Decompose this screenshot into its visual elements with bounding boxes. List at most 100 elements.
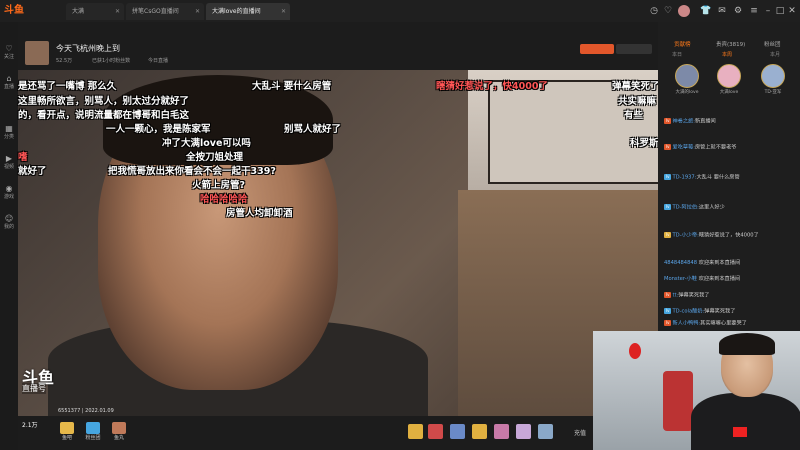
webcam-overlay[interactable] — [593, 331, 800, 450]
chat-message: 4848484848 欢迎来到本直播间 — [664, 260, 741, 266]
sidebar-item-video[interactable]: ▶ 视频 — [0, 154, 18, 170]
danmu-item: 就好了 — [18, 166, 47, 177]
danmu-item: 弹幕笑死了 — [612, 81, 660, 92]
level-badge: lv — [664, 308, 672, 314]
game-icon: ◉ — [5, 184, 13, 193]
fish-bar-button[interactable]: 鱼吧 — [56, 422, 78, 441]
fan-club-button[interactable]: 粉丝团 — [82, 422, 104, 441]
level-badge: lv — [664, 174, 672, 180]
category-icon: ▦ — [5, 124, 13, 133]
tab-2[interactable]: 拼笔CsGO直播间 ✕ — [126, 3, 204, 20]
close-icon[interactable]: ✕ — [195, 3, 200, 20]
danmu-item: 哈哈哈哈哈 — [200, 194, 248, 205]
minimize-icon[interactable]: – — [762, 5, 774, 17]
rank-item[interactable]: TD-亚军 — [758, 64, 788, 95]
level-badge: lv — [664, 118, 672, 124]
shirt-logo — [733, 427, 747, 437]
heart-icon: ♡ — [5, 44, 13, 53]
danmu-item: 是还骂了一嘴博 那么久 — [18, 81, 117, 92]
tab-3[interactable]: 大满love的直播间 ✕ — [206, 3, 290, 20]
maximize-icon[interactable]: □ — [774, 5, 786, 17]
danmu-item: 有些 — [624, 110, 644, 121]
anchor-avatar[interactable] — [25, 41, 49, 65]
danmu-item: 冲了大满love可以吗 — [162, 138, 251, 149]
chat-message: lv TD-1937:大乱斗 要什么房管 — [664, 174, 740, 181]
settings-icon[interactable]: ⚙ — [732, 5, 744, 17]
subtab-month[interactable]: 本月 — [770, 51, 780, 58]
fan-count: 2.1万 — [22, 422, 38, 429]
sidebar-item-follow[interactable]: ♡ 关注 — [0, 44, 18, 60]
danmu-item: 火箭上房管? — [192, 180, 246, 191]
gift-item[interactable] — [428, 424, 443, 439]
danmu-item: 把我慌哥放出来你看会不会一起干339? — [108, 166, 276, 177]
close-window-icon[interactable]: ✕ — [786, 5, 798, 17]
douyu-logo[interactable]: 斗鱼 — [4, 3, 32, 19]
gift-item[interactable] — [516, 424, 531, 439]
share-button[interactable] — [616, 44, 652, 54]
chat-message: lv TD-cola酸奶:弹幕笑死我了 — [664, 308, 736, 315]
close-icon[interactable]: ✕ — [115, 3, 120, 20]
room-header: 今天飞杭州晚上到 52.5万 已获1小时粉丝数 今日直播 — [18, 22, 658, 71]
message-icon[interactable]: ✉ — [716, 5, 728, 17]
rank-item[interactable]: 大满的love — [672, 64, 702, 95]
danmu-item: 大乱斗 要什么房管 — [252, 81, 332, 92]
home-icon: ⌂ — [6, 74, 12, 83]
chat-message: lv TD-阿拉伯:这里人好少 — [664, 204, 725, 211]
danmu-item: 房管人均卸卸酒 — [226, 208, 293, 219]
sidebar-item-category[interactable]: ▦ 分类 — [0, 124, 18, 140]
follow-button[interactable] — [580, 44, 614, 54]
fish-ball-icon — [112, 422, 126, 434]
level-badge: lv — [664, 144, 672, 150]
rank-item[interactable]: 大满love — [714, 64, 744, 95]
close-icon[interactable]: ✕ — [281, 3, 286, 20]
watermark-sub: 直播号 — [22, 383, 46, 394]
gift-item[interactable] — [538, 424, 553, 439]
live-stat: 今日直播 — [148, 58, 169, 64]
tab-contribution[interactable]: 贡献榜 — [674, 40, 691, 48]
level-badge: lv — [664, 232, 672, 238]
recharge-button[interactable]: 充值 — [574, 428, 586, 437]
fish-bar-icon — [60, 422, 74, 434]
tab-label: 大满love的直播间 — [212, 8, 261, 15]
menu-icon[interactable]: ≡ — [748, 5, 760, 17]
subtab-day[interactable]: 本日 — [672, 51, 682, 58]
shirt-icon[interactable]: 👕 — [700, 5, 712, 17]
sidebar-item-label: 我的 — [3, 224, 14, 230]
tab-label: 大满 — [72, 8, 85, 15]
sidebar-item-profile[interactable]: ☺ 我的 — [0, 214, 18, 230]
video-icon: ▶ — [5, 154, 13, 163]
gaming-chair — [663, 371, 693, 431]
sidebar-item-live[interactable]: ⌂ 直播 — [0, 74, 18, 90]
viewer-count: 52.5万 — [56, 58, 73, 64]
danmu-item: 嗜 — [18, 152, 28, 163]
gift-item[interactable] — [494, 424, 509, 439]
chat-message: lv 新人小鸭鸭:其实嘛嘛心里要哭了 — [664, 320, 747, 327]
subtab-week[interactable]: 本周 — [722, 51, 732, 58]
sidebar-item-label: 视频 — [3, 164, 14, 170]
punching-bag — [629, 343, 641, 359]
level-badge: lv — [664, 320, 672, 326]
room-id: 6551377 | 2022.01.09 — [58, 408, 114, 414]
tab-1[interactable]: 大满 ✕ — [66, 3, 124, 20]
tab-vip[interactable]: 贵宾(3819) — [716, 40, 745, 48]
chat-message: lv 爱吃草莓:房管上就不要老爷 — [664, 144, 737, 151]
fish-ball-button[interactable]: 鱼丸 — [108, 422, 130, 441]
danmu-item: 科罗斯 — [630, 138, 659, 149]
danmu-item: 全按刀姐处理 — [186, 152, 244, 163]
gift-item[interactable] — [472, 424, 487, 439]
chat-message: lv 神卷之旅:新直播间 — [664, 118, 716, 125]
room-title: 今天飞杭州晚上到 — [56, 44, 120, 53]
danmu-item: 别骂人就好了 — [284, 124, 342, 135]
fans-stat: 已获1小时粉丝数 — [92, 58, 131, 64]
profile-icon: ☺ — [4, 214, 14, 223]
tab-fans[interactable]: 粉丝团 — [764, 40, 781, 48]
user-avatar[interactable] — [678, 5, 690, 17]
left-sidebar: ♡ 关注 ⌂ 直播 ▦ 分类 ▶ 视频 ◉ 游戏 ☺ 我的 — [0, 22, 18, 450]
history-icon[interactable]: ◷ — [648, 5, 660, 17]
rank-avatar — [717, 64, 741, 88]
danmu-item: 一人一颗心，我是陈家军 — [106, 124, 211, 135]
gift-item[interactable] — [450, 424, 465, 439]
gift-item[interactable] — [408, 424, 423, 439]
heart-icon[interactable]: ♡ — [662, 5, 674, 17]
sidebar-item-game[interactable]: ◉ 游戏 — [0, 184, 18, 200]
